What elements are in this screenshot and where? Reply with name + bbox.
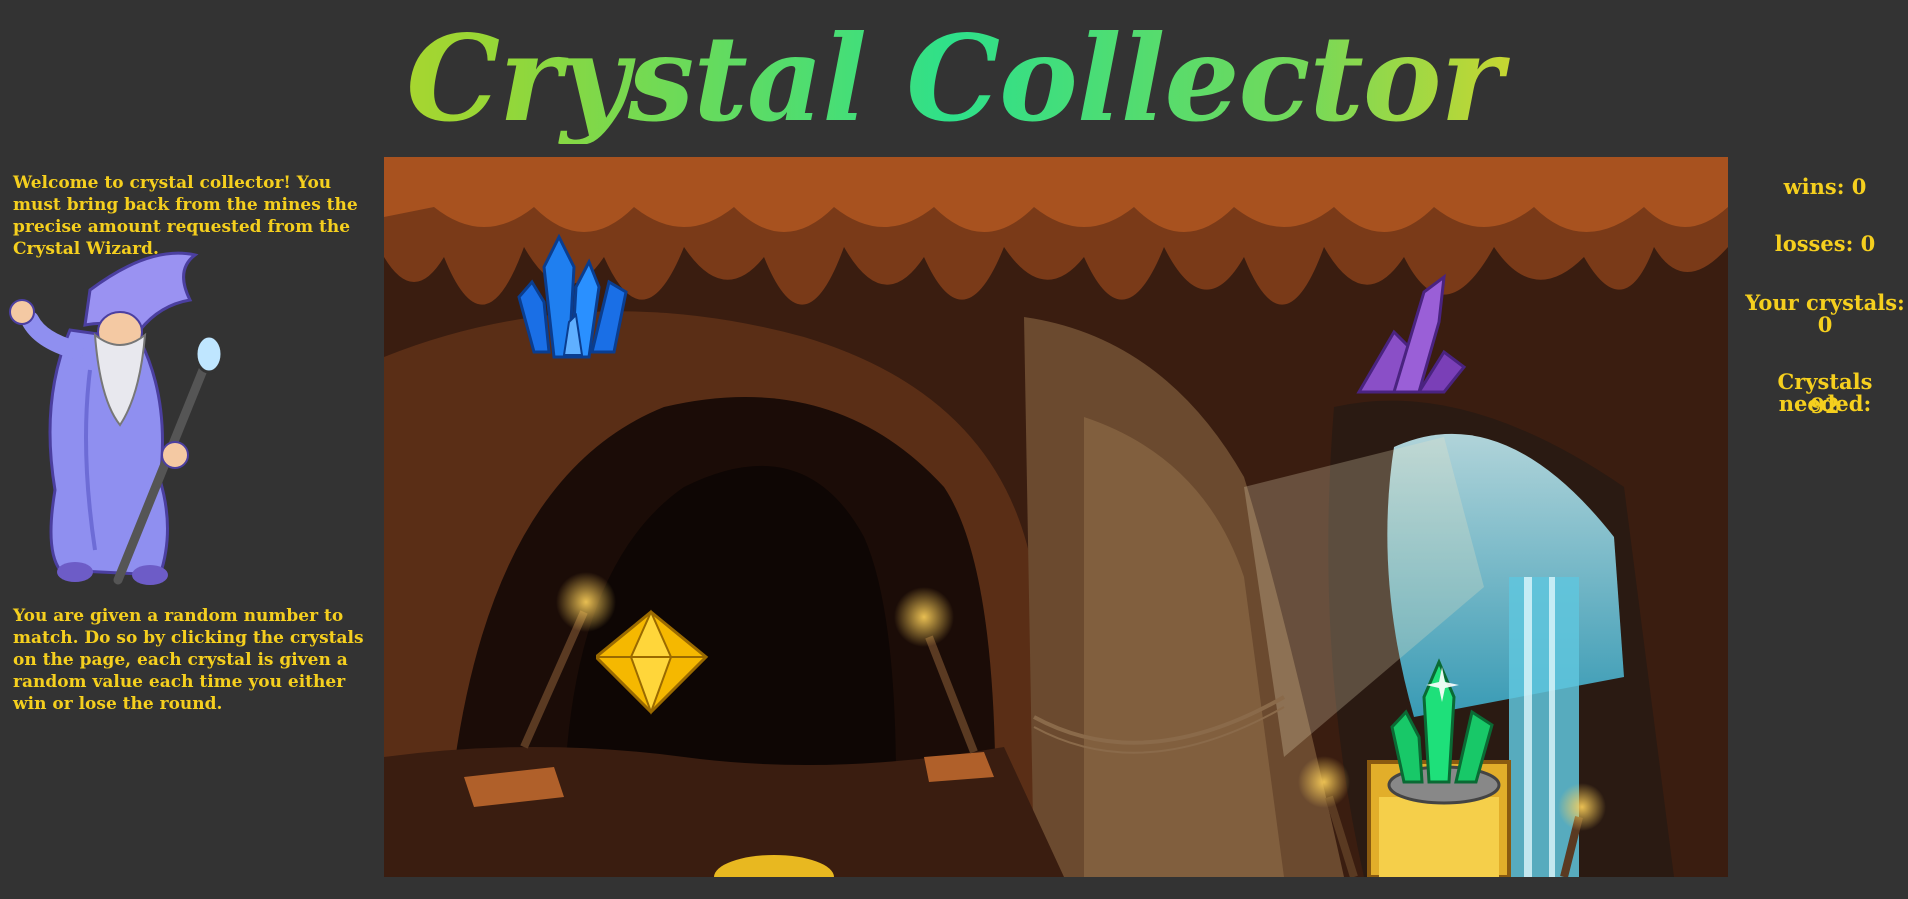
game-stage	[384, 157, 1728, 877]
instructions-text: You are given a random number to match. …	[13, 606, 364, 714]
wizard-image	[9, 251, 224, 585]
losses-counter: losses: 0	[1774, 231, 1876, 256]
crystals-needed-value: 92	[1810, 393, 1840, 418]
green-crystal-button[interactable]	[1384, 657, 1504, 807]
page-title: Crystal Collector	[0, 14, 1908, 144]
wins-counter: wins: 0	[1783, 174, 1867, 199]
your-crystals-value: 0	[1817, 312, 1833, 337]
your-crystals-label: Your crystals:	[1745, 290, 1905, 315]
blue-crystal-button[interactable]	[514, 227, 629, 362]
yellow-crystal-button[interactable]	[596, 607, 716, 717]
intro-text: Welcome to crystal collector! You must b…	[13, 173, 358, 259]
purple-crystal-button[interactable]	[1349, 272, 1469, 397]
